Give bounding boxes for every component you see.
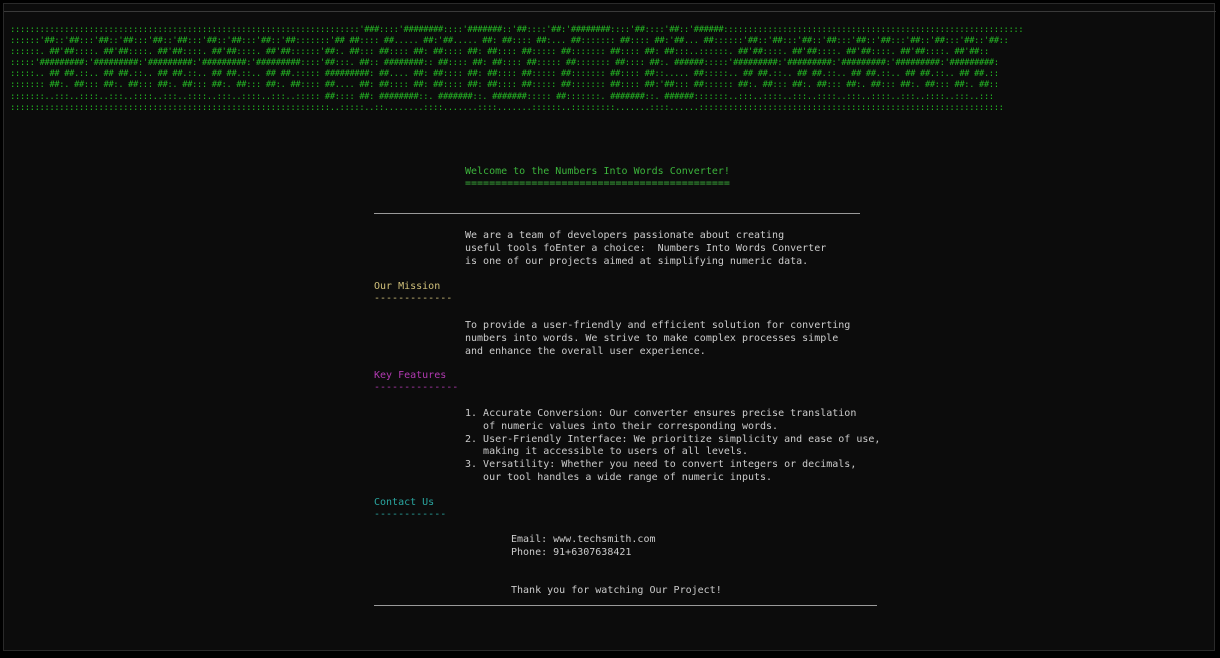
features-underline: -------------- [374,382,459,393]
top-divider [374,213,860,214]
contact-phone: Phone: 91+6307638421 [511,547,632,558]
mission-heading: Our Mission [374,281,441,292]
intro-paragraph: We are a team of developers passionate a… [465,230,827,267]
contact-underline: ------------ [374,509,447,520]
welcome-underline: ========================================… [465,178,730,189]
contact-email: Email: www.techsmith.com [511,534,656,545]
mission-paragraph: To provide a user-friendly and efficient… [465,320,851,357]
welcome-title: Welcome to the Numbers Into Words Conver… [465,166,730,177]
terminal-window: ::::::::::::::::::::::::::::::::::::::::… [3,3,1216,651]
mission-underline: ------------- [374,293,453,304]
ascii-art-banner: ::::::::::::::::::::::::::::::::::::::::… [10,25,1024,113]
thanks-message: Thank you for watching Our Project! [511,585,722,596]
contact-heading: Contact Us [374,497,435,508]
features-list: 1. Accurate Conversion: Our converter en… [465,408,881,483]
window-top-divider [4,11,1216,12]
bottom-divider [374,605,877,606]
features-heading: Key Features [374,370,447,381]
